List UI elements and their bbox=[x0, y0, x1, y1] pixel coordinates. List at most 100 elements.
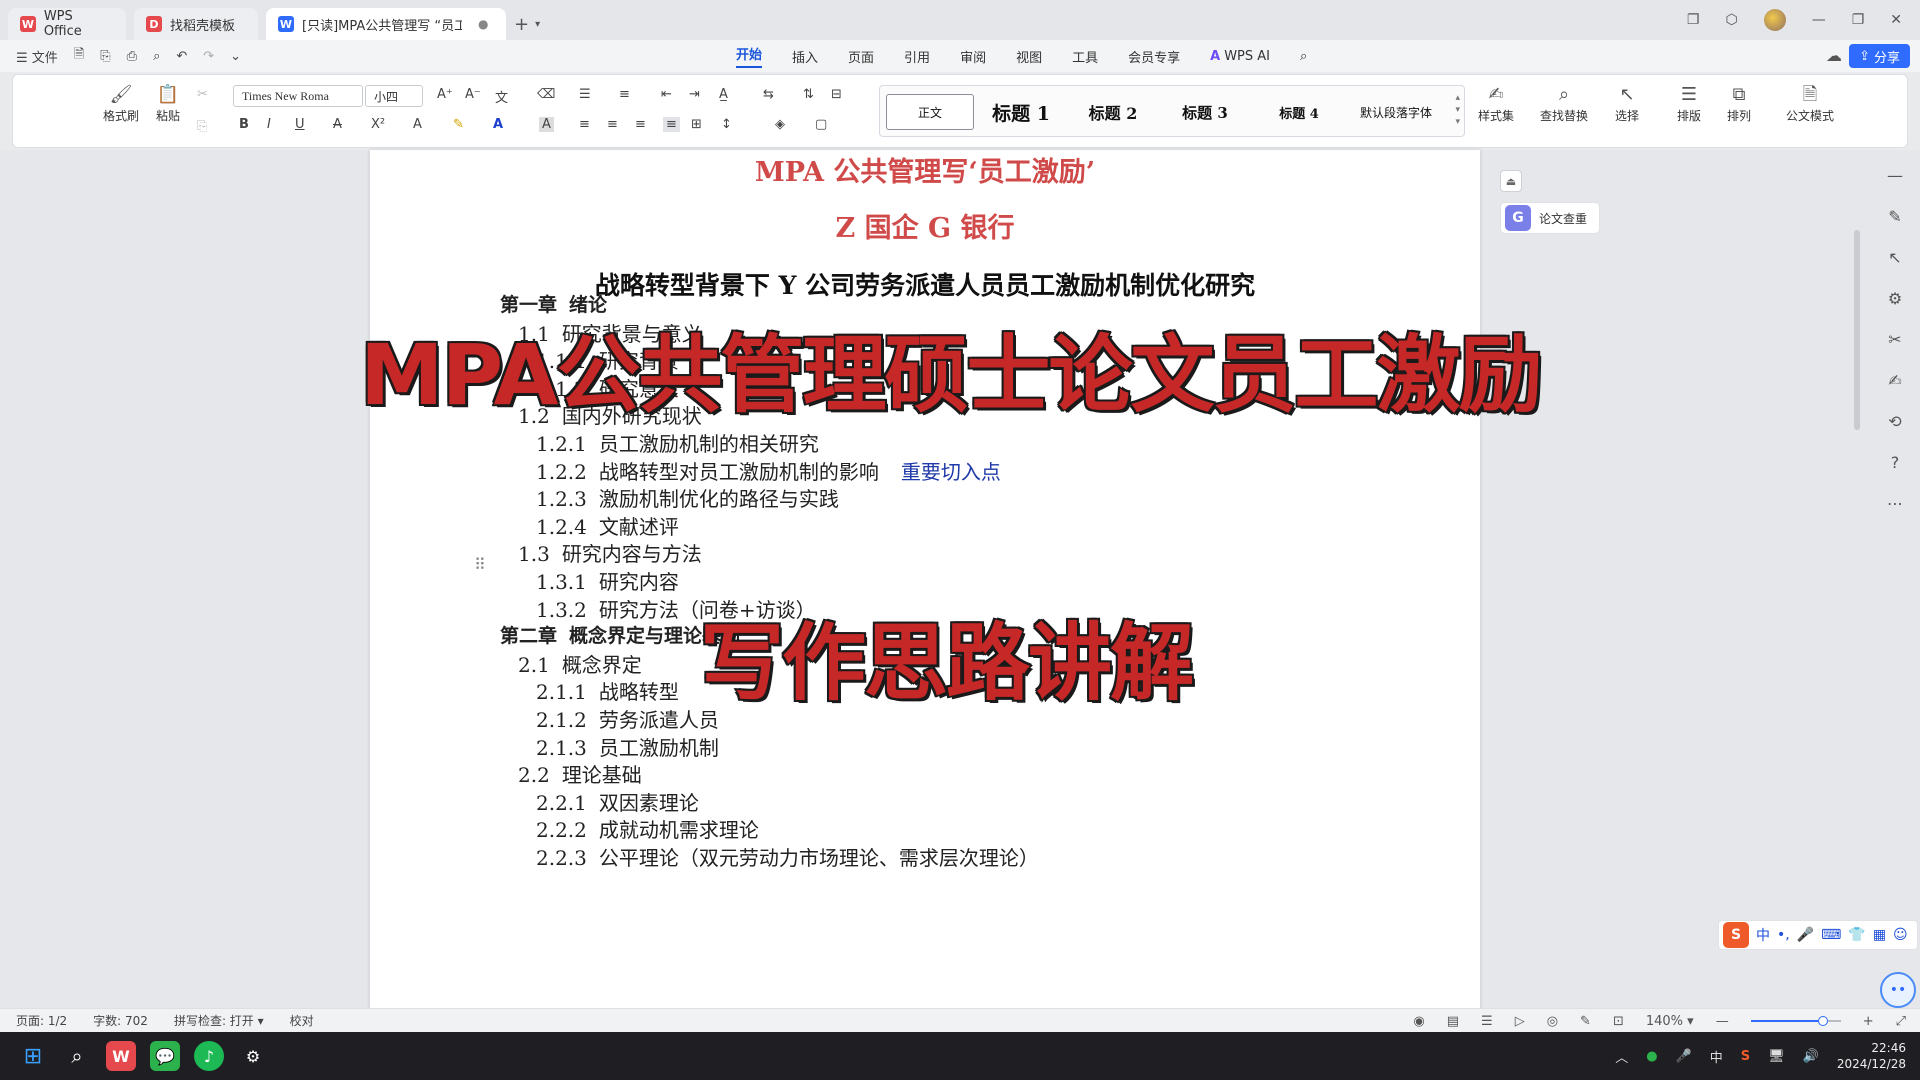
tab-page[interactable]: 页面 bbox=[848, 47, 874, 66]
tab-wps-office[interactable]: W WPS Office bbox=[8, 8, 126, 40]
share-button[interactable]: ⇪ 分享 bbox=[1849, 44, 1910, 68]
bullets-icon[interactable]: ☰ bbox=[579, 87, 591, 102]
char-shading-icon[interactable]: A bbox=[539, 117, 554, 132]
punctuation-icon[interactable]: •, bbox=[1777, 927, 1790, 943]
vertical-scrollbar[interactable] bbox=[1854, 230, 1860, 430]
volume-icon[interactable]: 🔊 bbox=[1803, 1049, 1819, 1064]
distributed-icon[interactable]: ⊞ bbox=[691, 117, 702, 132]
font-name-select[interactable]: Times New Roma bbox=[233, 85, 363, 107]
arrange-button[interactable]: ⧉ 排列 bbox=[1717, 83, 1761, 124]
toc-line[interactable]: 1.3 研究内容与方法 bbox=[518, 538, 702, 567]
tab-references[interactable]: 引用 bbox=[904, 47, 930, 66]
close-icon[interactable]: ✕ bbox=[1890, 12, 1902, 28]
style-set-button[interactable]: ✍ 样式集 bbox=[1469, 83, 1523, 124]
sort-icon[interactable]: ⇅ bbox=[803, 87, 814, 102]
music-app-icon[interactable]: ♪ bbox=[194, 1041, 224, 1071]
text-direction-icon[interactable]: ⇆ bbox=[763, 87, 774, 102]
page-view-icon[interactable]: ▤ bbox=[1447, 1014, 1459, 1029]
underline-icon[interactable]: U bbox=[295, 117, 305, 132]
style-heading-2[interactable]: 标题 2 bbox=[1076, 94, 1150, 130]
numbering-icon[interactable]: ≡ bbox=[619, 87, 630, 102]
copy-icon[interactable]: ⎘ bbox=[197, 119, 207, 134]
assistant-app-icon[interactable]: ⚙ bbox=[238, 1041, 268, 1071]
bold-icon[interactable]: B bbox=[239, 117, 249, 132]
wechat-app-icon[interactable]: 💬 bbox=[150, 1041, 180, 1071]
zoom-out-icon[interactable]: — bbox=[1716, 1014, 1729, 1029]
assistant-bot-icon[interactable]: •• bbox=[1880, 972, 1916, 1008]
save-icon[interactable]: 🗎 bbox=[74, 45, 84, 67]
toc-line[interactable]: 2.1.1 战略转型 bbox=[536, 676, 679, 705]
search-icon[interactable]: ⌕ bbox=[1300, 49, 1307, 64]
toc-line[interactable]: 2.1 概念界定 bbox=[518, 649, 642, 678]
maximize-icon[interactable]: ❐ bbox=[1852, 12, 1865, 28]
clock[interactable]: 22:46 2024/12/28 bbox=[1837, 1040, 1906, 1072]
zoom-value[interactable]: 140% ▾ bbox=[1646, 1014, 1694, 1029]
translate-icon[interactable]: ⟲ bbox=[1888, 412, 1901, 431]
doc-mode-button[interactable]: 🗎 公文模式 bbox=[1781, 83, 1839, 124]
layout-button[interactable]: ☰ 排版 bbox=[1667, 83, 1711, 124]
text-effect-icon[interactable]: A bbox=[413, 117, 422, 132]
drag-handle-icon[interactable]: ⠿ bbox=[474, 555, 486, 574]
style-scroll-icon[interactable]: ▴ ▾ ▾ bbox=[1455, 92, 1460, 128]
document-page[interactable]: MPA 公共管理写‘员工激励’ Z 国企 G 银行 战略转型背景下 Y 公司劳务… bbox=[370, 150, 1480, 1012]
tab-review[interactable]: 审阅 bbox=[960, 47, 986, 66]
toolbox-icon[interactable]: ▦ bbox=[1873, 927, 1886, 943]
paste-button[interactable]: 📋 粘贴 bbox=[147, 83, 189, 124]
sign-icon[interactable]: ✍ bbox=[1888, 371, 1901, 390]
toc-line[interactable]: 2.2 理论基础 bbox=[518, 759, 642, 788]
microphone-tray-icon[interactable]: 🎤 bbox=[1676, 1049, 1692, 1064]
play-icon[interactable]: ▷ bbox=[1515, 1014, 1525, 1029]
page-indicator[interactable]: 页面: 1/2 bbox=[16, 1012, 67, 1029]
wps-app-icon[interactable]: W bbox=[106, 1041, 136, 1071]
cut-icon[interactable]: ✂ bbox=[197, 87, 208, 102]
font-color-icon[interactable]: A bbox=[493, 117, 503, 132]
paper-check-button[interactable]: G 论文查重 bbox=[1500, 202, 1600, 234]
align-left-icon[interactable]: ≡ bbox=[579, 117, 590, 132]
skin-icon[interactable]: 👕 bbox=[1848, 927, 1865, 943]
web-view-icon[interactable]: ◎ bbox=[1547, 1014, 1558, 1029]
tab-template[interactable]: D 找稻壳模板 bbox=[134, 8, 258, 40]
align-center-icon[interactable]: ≡ bbox=[607, 117, 618, 132]
minus-icon[interactable]: — bbox=[1887, 166, 1903, 185]
undo-icon[interactable]: ↶ bbox=[176, 49, 187, 64]
select-button[interactable]: ↖ 选择 bbox=[1605, 83, 1649, 124]
toc-line[interactable]: 2.1.2 劳务派遣人员 bbox=[536, 704, 719, 733]
proofread-button[interactable]: 校对 bbox=[290, 1012, 314, 1029]
fit-page-icon[interactable]: ⊡ bbox=[1613, 1014, 1624, 1029]
style-normal[interactable]: 正文 bbox=[886, 94, 974, 130]
find-replace-button[interactable]: ⌕ 查找替换 bbox=[1531, 83, 1597, 124]
network-icon[interactable]: 🖥 bbox=[1768, 1049, 1785, 1064]
new-tab-button[interactable]: + ▾ bbox=[514, 8, 540, 40]
ime-toolbar[interactable]: S 中 •, 🎤 ⌨ 👕 ▦ ☺ bbox=[1718, 920, 1918, 950]
ime-tray[interactable]: 中 bbox=[1710, 1047, 1723, 1066]
more-icon[interactable]: ⋯ bbox=[1887, 494, 1903, 513]
spell-check-toggle[interactable]: 拼写检查: 打开 ▾ bbox=[174, 1012, 264, 1029]
zoom-in-icon[interactable]: + bbox=[1863, 1014, 1874, 1029]
help-icon[interactable]: ? bbox=[1891, 453, 1900, 472]
print-icon[interactable]: ⎙ bbox=[127, 49, 137, 64]
tray-chevron-icon[interactable]: ︿ bbox=[1615, 1047, 1628, 1066]
strikethrough-icon[interactable]: A bbox=[333, 117, 342, 132]
style-heading-1[interactable]: 标题 1 bbox=[984, 94, 1058, 130]
tab-view[interactable]: 视图 bbox=[1016, 47, 1042, 66]
phonetic-icon[interactable]: 文 bbox=[495, 87, 508, 106]
restore-tabs-icon[interactable]: ❐ bbox=[1687, 12, 1700, 28]
font-size-select[interactable]: 小四 bbox=[365, 85, 423, 107]
collapse-panel-button[interactable]: ⏏ bbox=[1500, 170, 1522, 192]
toc-line[interactable]: 2.2.2 成就动机需求理论 bbox=[536, 814, 759, 843]
style-heading-3[interactable]: 标题 3 bbox=[1168, 94, 1242, 130]
search-icon[interactable]: ⌕ bbox=[62, 1041, 92, 1071]
shading-icon[interactable]: ◈ bbox=[775, 117, 785, 132]
increase-indent-icon[interactable]: ⇥ bbox=[689, 87, 700, 102]
sogou-tray-icon[interactable]: S bbox=[1741, 1049, 1750, 1064]
outline-view-icon[interactable]: ☰ bbox=[1481, 1014, 1493, 1029]
tab-close-icon[interactable]: ● bbox=[478, 17, 488, 31]
zoom-slider-knob[interactable] bbox=[1817, 1016, 1828, 1026]
minimize-icon[interactable]: — bbox=[1812, 12, 1826, 28]
pen-icon[interactable]: ✎ bbox=[1888, 207, 1901, 226]
pointer-icon[interactable]: ↖ bbox=[1888, 248, 1901, 267]
keyboard-icon[interactable]: ⌨ bbox=[1821, 927, 1841, 943]
mascot-icon[interactable]: ☺ bbox=[1893, 927, 1908, 943]
tab-insert[interactable]: 插入 bbox=[792, 47, 818, 66]
superscript-icon[interactable]: X² bbox=[371, 117, 385, 132]
